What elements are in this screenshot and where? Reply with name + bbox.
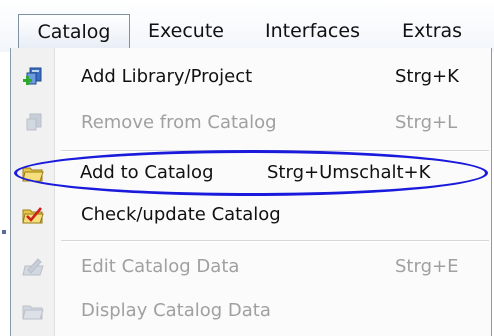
menu-interfaces[interactable]: Interfaces	[265, 14, 360, 48]
catalog-dropdown-menu: Add Library/Project Strg+K Remove from C…	[10, 48, 492, 336]
screenshot-canvas: Catalog Execute Interfaces Extras Add Li…	[0, 0, 494, 336]
add-library-icon	[22, 66, 44, 88]
edit-catalog-data-icon	[22, 256, 44, 278]
menu-item-shortcut: Strg+Umschalt+K	[267, 162, 431, 183]
menu-catalog[interactable]: Catalog	[18, 14, 130, 48]
menu-item-edit-catalog-data[interactable]: Edit Catalog Data Strg+E	[11, 248, 491, 286]
menu-item-add-to-catalog[interactable]: Add to Catalog Strg+Umschalt+K	[11, 154, 491, 192]
menu-extras[interactable]: Extras	[402, 14, 462, 48]
menu-item-check-update-catalog[interactable]: Check/update Catalog	[11, 196, 491, 234]
menu-item-shortcut: Strg+E	[395, 256, 459, 277]
menu-item-label: Remove from Catalog	[81, 112, 277, 133]
menu-item-shortcut: Strg+K	[395, 66, 459, 87]
menu-item-label: Display Catalog Data	[81, 300, 271, 321]
check-catalog-icon	[22, 204, 44, 226]
menu-item-label: Add to Catalog	[80, 162, 214, 183]
menu-item-label: Check/update Catalog	[81, 204, 281, 225]
menu-item-shortcut: Strg+L	[395, 112, 458, 133]
remove-from-catalog-icon	[22, 112, 44, 134]
menu-item-remove-from-catalog[interactable]: Remove from Catalog Strg+L	[11, 104, 491, 142]
menu-separator	[61, 240, 489, 242]
menu-item-display-catalog-data[interactable]: Display Catalog Data	[11, 292, 491, 330]
menu-separator	[61, 150, 489, 152]
menu-execute[interactable]: Execute	[148, 14, 224, 48]
menubar: Catalog Execute Interfaces Extras	[0, 0, 494, 52]
add-to-catalog-icon	[22, 162, 44, 184]
display-catalog-data-icon	[22, 300, 44, 322]
menu-item-add-library-project[interactable]: Add Library/Project Strg+K	[11, 58, 491, 96]
menu-item-label: Add Library/Project	[81, 66, 253, 87]
stray-mark	[2, 230, 6, 234]
menu-item-label: Edit Catalog Data	[81, 256, 240, 277]
